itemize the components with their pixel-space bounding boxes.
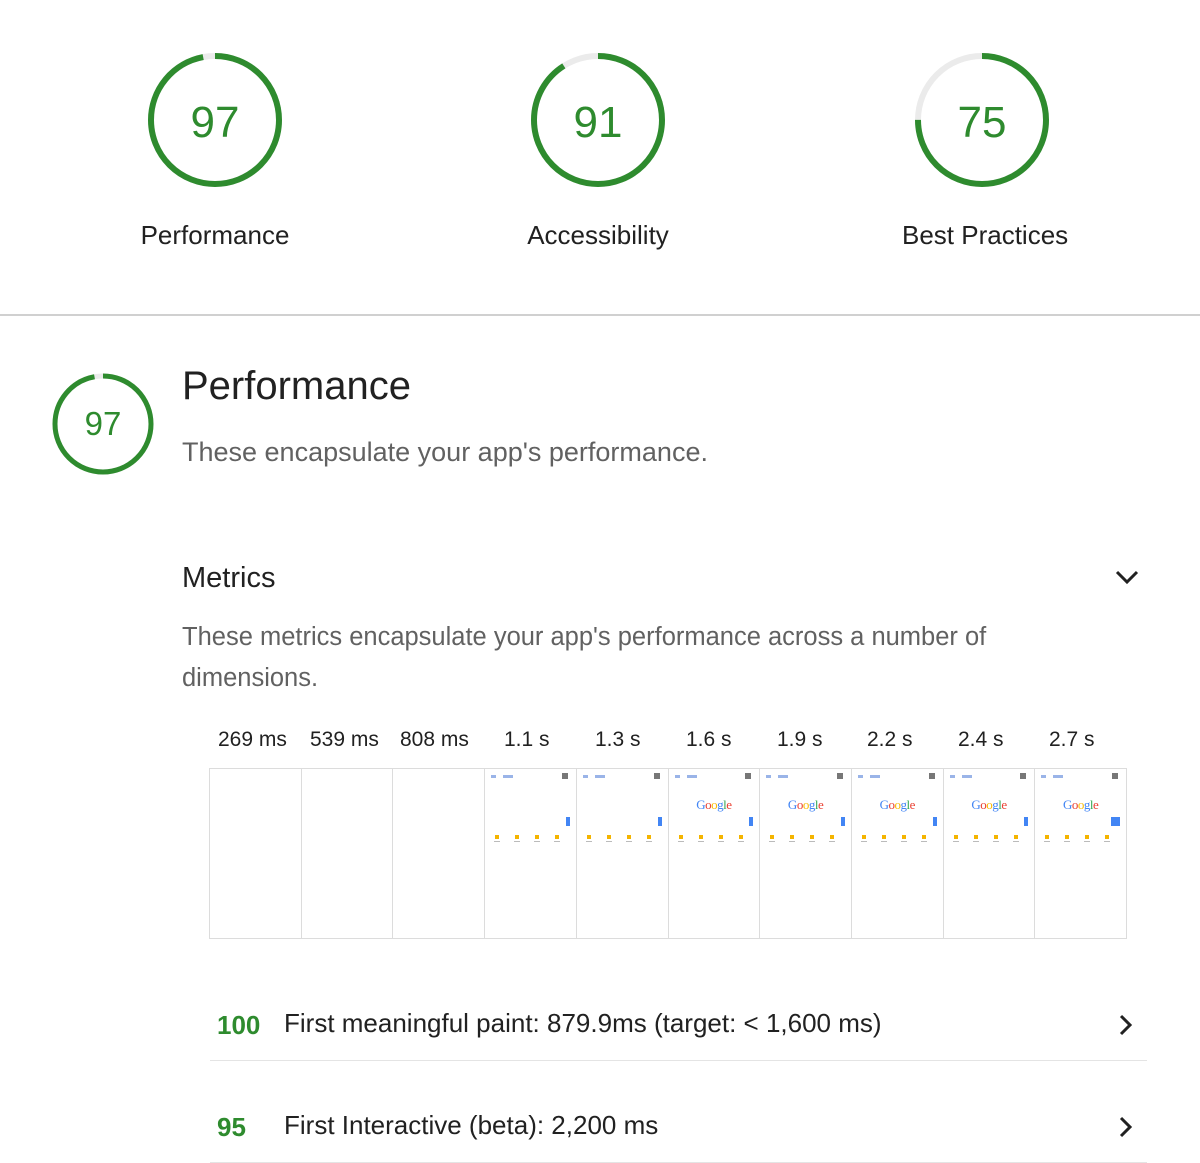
gauge-ring: 97 [148, 53, 282, 187]
filmstrip-frame [301, 769, 394, 938]
gauge-label: Accessibility [527, 220, 669, 250]
timeline-tick: 1.6 s [686, 728, 732, 751]
chevron-down-icon[interactable] [1112, 565, 1142, 589]
gauge-ring: 97 [52, 373, 154, 475]
audit-row[interactable]: 100 First meaningful paint: 879.9ms (tar… [210, 990, 1147, 1061]
audit-score: 95 [217, 1112, 246, 1142]
timeline-tick: 1.9 s [777, 728, 823, 751]
google-logo: Google [787, 797, 824, 812]
filmstrip-frame [485, 769, 577, 938]
filmstrip-timeline: 269 ms 539 ms 808 ms 1.1 s 1.3 s 1.6 s 1… [210, 728, 1127, 758]
filmstrip-frame [210, 769, 302, 938]
category-title: Performance [182, 364, 411, 408]
gauge-label: Best Practices [902, 220, 1069, 250]
google-logo: Google [879, 797, 916, 812]
timeline-tick: 2.4 s [958, 728, 1004, 751]
audit-text: First meaningful paint: 879.9ms (target:… [284, 1008, 882, 1038]
gauge-accessibility[interactable]: 91 Accessibility [518, 50, 678, 251]
gauge-score: 91 [574, 98, 623, 147]
google-logo: Google [971, 797, 1007, 812]
timeline-tick: 2.7 s [1049, 728, 1095, 751]
chevron-right-icon[interactable] [1117, 1012, 1135, 1038]
gauge-best-practices[interactable]: 75 Best Practices [902, 50, 1069, 251]
gauge-score: 75 [958, 98, 1007, 147]
filmstrip: Google Google Google Google Google [209, 768, 1127, 939]
category-score: 97 [85, 405, 122, 442]
timeline-tick: 1.1 s [504, 728, 550, 751]
gauge-ring: 75 [915, 53, 1049, 187]
filmstrip-frame: Google [668, 769, 761, 938]
filmstrip-frame: Google [943, 769, 1036, 938]
metrics-title: Metrics [182, 562, 276, 594]
timeline-tick: 269 ms [218, 728, 287, 751]
summary-section: 97 Performance 91 Accessibility 75 Best … [0, 0, 1200, 315]
category-gauge: 97 [50, 371, 156, 482]
category-description: These encapsulate your app's performance… [182, 437, 708, 467]
audit-score: 100 [217, 1010, 261, 1040]
timeline-tick: 808 ms [400, 728, 469, 751]
google-logo: Google [1063, 797, 1099, 812]
gauge-performance[interactable]: 97 Performance [135, 50, 295, 251]
filmstrip-frame [576, 769, 669, 938]
filmstrip-frame: Google [851, 769, 944, 938]
filmstrip-frame [393, 769, 486, 938]
timeline-tick: 1.3 s [595, 728, 641, 751]
chevron-right-icon[interactable] [1117, 1114, 1135, 1140]
metrics-description: These metrics encapsulate your app's per… [182, 623, 987, 692]
audit-row[interactable]: 95 First Interactive (beta): 2,200 ms [210, 1092, 1147, 1163]
filmstrip-frame: Google [760, 769, 852, 938]
timeline-tick: 539 ms [310, 728, 379, 751]
section-divider [0, 314, 1200, 316]
gauge-ring: 91 [531, 53, 665, 187]
gauge-label: Performance [140, 220, 290, 250]
gauge-score: 97 [191, 98, 240, 147]
timeline-tick: 2.2 s [867, 728, 913, 751]
filmstrip-frame: Google [1035, 769, 1127, 938]
google-logo: Google [696, 797, 732, 812]
